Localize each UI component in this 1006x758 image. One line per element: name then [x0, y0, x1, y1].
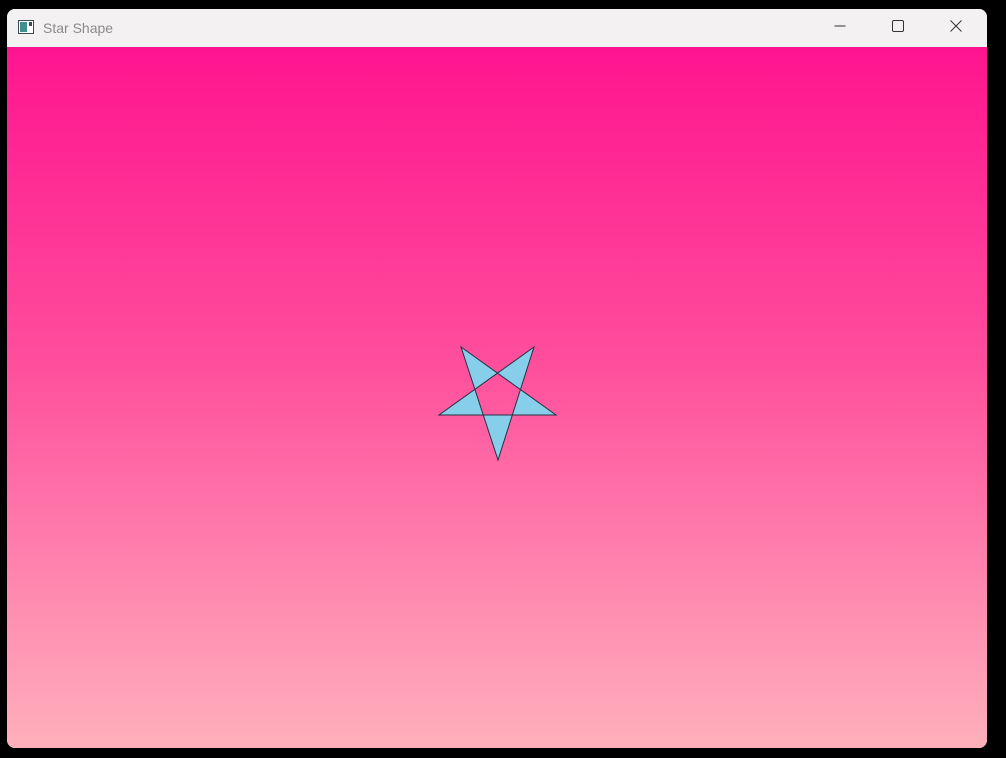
drawing-canvas	[7, 47, 987, 748]
maximize-button[interactable]	[869, 9, 927, 47]
maximize-icon	[892, 19, 904, 37]
minimize-icon	[834, 19, 846, 37]
star-shape	[437, 345, 558, 462]
star-canvas-svg	[437, 345, 558, 462]
app-window: Star Shape	[7, 9, 987, 748]
window-app-icon	[18, 20, 34, 34]
close-button[interactable]	[927, 9, 985, 47]
title-bar[interactable]: Star Shape	[7, 9, 987, 47]
close-icon	[950, 19, 962, 37]
minimize-button[interactable]	[811, 9, 869, 47]
window-title: Star Shape	[43, 20, 114, 36]
